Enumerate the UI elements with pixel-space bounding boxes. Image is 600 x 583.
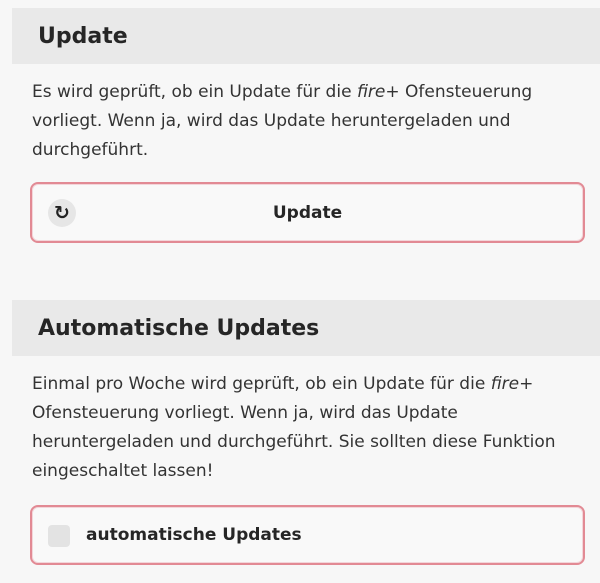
update-button-label: Update (272, 202, 343, 223)
brand-name: fire+ (490, 374, 534, 394)
update-description-text-1: Es wird geprüft, ob ein Update für die (32, 82, 357, 102)
update-button[interactable]: ↻ Update (30, 182, 585, 243)
auto-updates-checkbox[interactable] (48, 525, 70, 547)
update-section-title: Update (12, 8, 600, 64)
auto-updates-description: Einmal pro Woche wird geprüft, ob ein Up… (32, 370, 584, 486)
auto-description-text-2: Ofensteuerung vorliegt. Wenn ja, wird da… (32, 403, 556, 481)
auto-updates-checkbox-label: automatische Updates (86, 525, 302, 545)
brand-name: fire+ (356, 82, 400, 102)
auto-updates-section-title: Automatische Updates (12, 300, 600, 356)
auto-description-text-1: Einmal pro Woche wird geprüft, ob ein Up… (32, 374, 491, 394)
auto-updates-toggle[interactable]: automatische Updates (30, 505, 585, 565)
update-description: Es wird geprüft, ob ein Update für die f… (32, 78, 584, 165)
